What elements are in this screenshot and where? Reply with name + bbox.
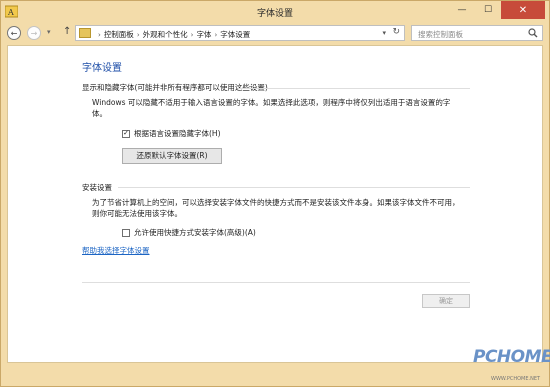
- folder-icon: [79, 28, 91, 38]
- forward-button[interactable]: →: [27, 26, 41, 40]
- help-link[interactable]: 帮助我选择字体设置: [82, 245, 150, 256]
- install-shortcut-option[interactable]: 允许使用快捷方式安装字体(高级)(A): [122, 227, 256, 238]
- window-frame: A 字体设置 — ☐ ✕ ← → ▾ ↑ › 控制面板 › 外观和个性化 › 字体 › 字体设…: [0, 0, 550, 387]
- install-shortcut-checkbox[interactable]: [122, 228, 130, 237]
- crumb-separator: ›: [136, 31, 140, 39]
- search-input[interactable]: 搜索控制面板: [418, 29, 463, 40]
- refresh-icon[interactable]: ↻: [392, 27, 400, 37]
- breadcrumb-font-settings[interactable]: 字体设置: [220, 30, 250, 39]
- section-divider: [238, 88, 470, 89]
- ok-button[interactable]: 确定: [422, 294, 470, 308]
- window-controls: — ☐ ✕: [449, 1, 545, 19]
- up-button[interactable]: ↑: [63, 26, 71, 37]
- crumb-separator: ›: [214, 31, 218, 39]
- breadcrumb-fonts[interactable]: 字体: [196, 30, 211, 39]
- page-title: 字体设置: [82, 63, 122, 74]
- breadcrumb-control-panel[interactable]: 控制面板: [104, 30, 134, 39]
- minimize-button[interactable]: —: [449, 1, 475, 19]
- history-dropdown-icon[interactable]: ▾: [47, 28, 51, 36]
- install-shortcut-checkbox-label[interactable]: 允许使用快捷方式安装字体(高级)(A): [134, 227, 256, 238]
- watermark-url: WWW.PCHOME.NET: [491, 376, 541, 382]
- section-divider: [118, 187, 470, 188]
- hide-fonts-checkbox[interactable]: ✓: [122, 129, 130, 138]
- navigation-bar: ← → ▾ ↑ › 控制面板 › 外观和个性化 › 字体 › 字体设置 ▾ ↻ 搜索控制面板: [7, 25, 545, 43]
- content-pane: 字体设置 显示和隐藏字体(可能并非所有程序都可以使用这些设置) Windows …: [7, 45, 543, 363]
- watermark-brand: PCHOME: [473, 347, 550, 367]
- hide-fonts-option[interactable]: ✓ 根据语言设置隐藏字体(H): [122, 128, 221, 139]
- crumb-separator: ›: [190, 31, 194, 39]
- section-description-display-fonts: Windows 可以隐藏不适用于输入语言设置的字体。如果选择此选项，则程序中将仅…: [92, 98, 451, 118]
- breadcrumb-appearance[interactable]: 外观和个性化: [143, 30, 188, 39]
- back-button[interactable]: ←: [7, 26, 21, 40]
- watermark-logo: PCHOME WWW.PCHOME.NET: [457, 347, 550, 385]
- address-dropdown-icon[interactable]: ▾: [382, 29, 386, 37]
- bottom-divider: [82, 282, 470, 283]
- address-bar[interactable]: › 控制面板 › 外观和个性化 › 字体 › 字体设置 ▾ ↻: [75, 25, 405, 41]
- close-button[interactable]: ✕: [501, 1, 545, 19]
- section-title-install-settings: 安装设置: [82, 183, 112, 192]
- restore-default-font-settings-button[interactable]: 还原默认字体设置(R): [122, 148, 222, 164]
- title-bar[interactable]: A 字体设置 — ☐ ✕: [1, 1, 549, 23]
- hide-fonts-checkbox-label[interactable]: 根据语言设置隐藏字体(H): [134, 128, 221, 139]
- breadcrumb: › 控制面板 › 外观和个性化 › 字体 › 字体设置: [95, 29, 250, 40]
- crumb-separator: ›: [98, 31, 101, 39]
- search-icon[interactable]: [528, 28, 538, 38]
- section-description-install-settings: 为了节省计算机上的空间，可以选择安装字体文件的快捷方式而不是安装该文件本身。如果…: [92, 198, 460, 218]
- search-box[interactable]: 搜索控制面板: [411, 25, 543, 41]
- maximize-button[interactable]: ☐: [475, 1, 501, 19]
